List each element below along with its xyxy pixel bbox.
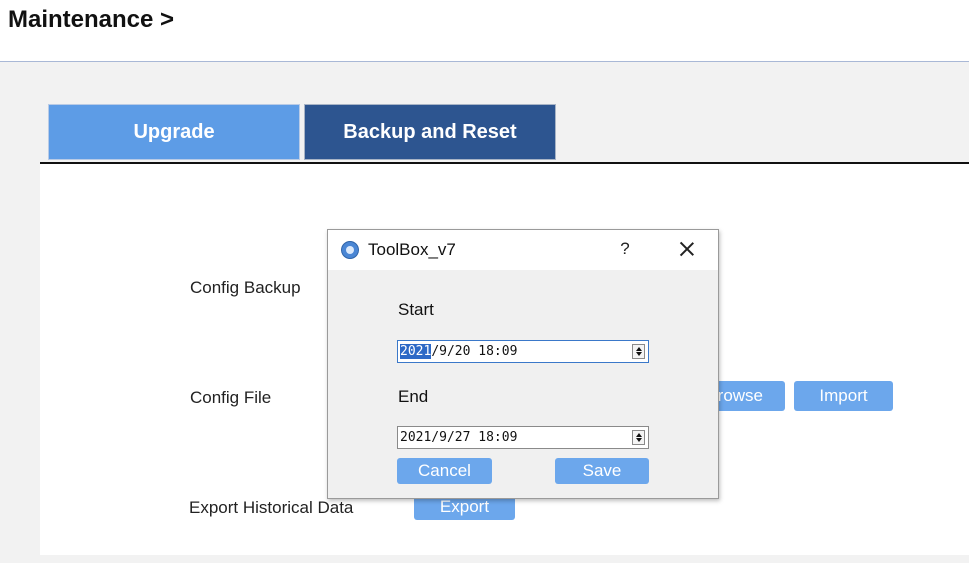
tab-upgrade[interactable]: Upgrade	[48, 104, 300, 160]
start-label: Start	[398, 300, 434, 319]
end-datetime-field[interactable]: 2021/9/27 18:09	[397, 426, 649, 449]
start-datetime-field[interactable]: 2021/9/20 18:09	[397, 340, 649, 363]
spinner-up-icon[interactable]	[636, 433, 642, 437]
end-datetime-value: 2021/9/27 18:09	[400, 430, 518, 445]
spinner-down-icon[interactable]	[636, 438, 642, 442]
start-year-selected: 2021	[400, 344, 432, 359]
app-icon	[341, 241, 359, 259]
import-button[interactable]: Import	[794, 381, 893, 411]
start-spinner[interactable]	[632, 344, 645, 359]
dialog-titlebar: ToolBox_v7 ?	[328, 230, 718, 270]
page-title: Maintenance >	[8, 6, 175, 33]
help-button[interactable]: ?	[614, 238, 636, 260]
toolbox-dialog: ToolBox_v7 ? Start 2021/9/20 18:09 End 2…	[327, 229, 719, 499]
end-label: End	[398, 387, 429, 406]
cancel-button[interactable]: Cancel	[397, 458, 492, 484]
config-backup-label: Config Backup	[190, 278, 301, 297]
save-button[interactable]: Save	[555, 458, 649, 484]
tab-backup-and-reset[interactable]: Backup and Reset	[304, 104, 556, 160]
spinner-down-icon[interactable]	[636, 352, 642, 356]
export-historical-data-label: Export Historical Data	[189, 498, 354, 517]
spinner-up-icon[interactable]	[636, 347, 642, 351]
tab-bar-underline	[40, 162, 969, 164]
start-datetime-rest: /9/20 18:09	[431, 344, 518, 359]
end-spinner[interactable]	[632, 430, 645, 445]
config-file-label: Config File	[190, 388, 272, 407]
close-icon[interactable]	[674, 236, 700, 262]
dialog-title: ToolBox_v7	[368, 240, 456, 259]
